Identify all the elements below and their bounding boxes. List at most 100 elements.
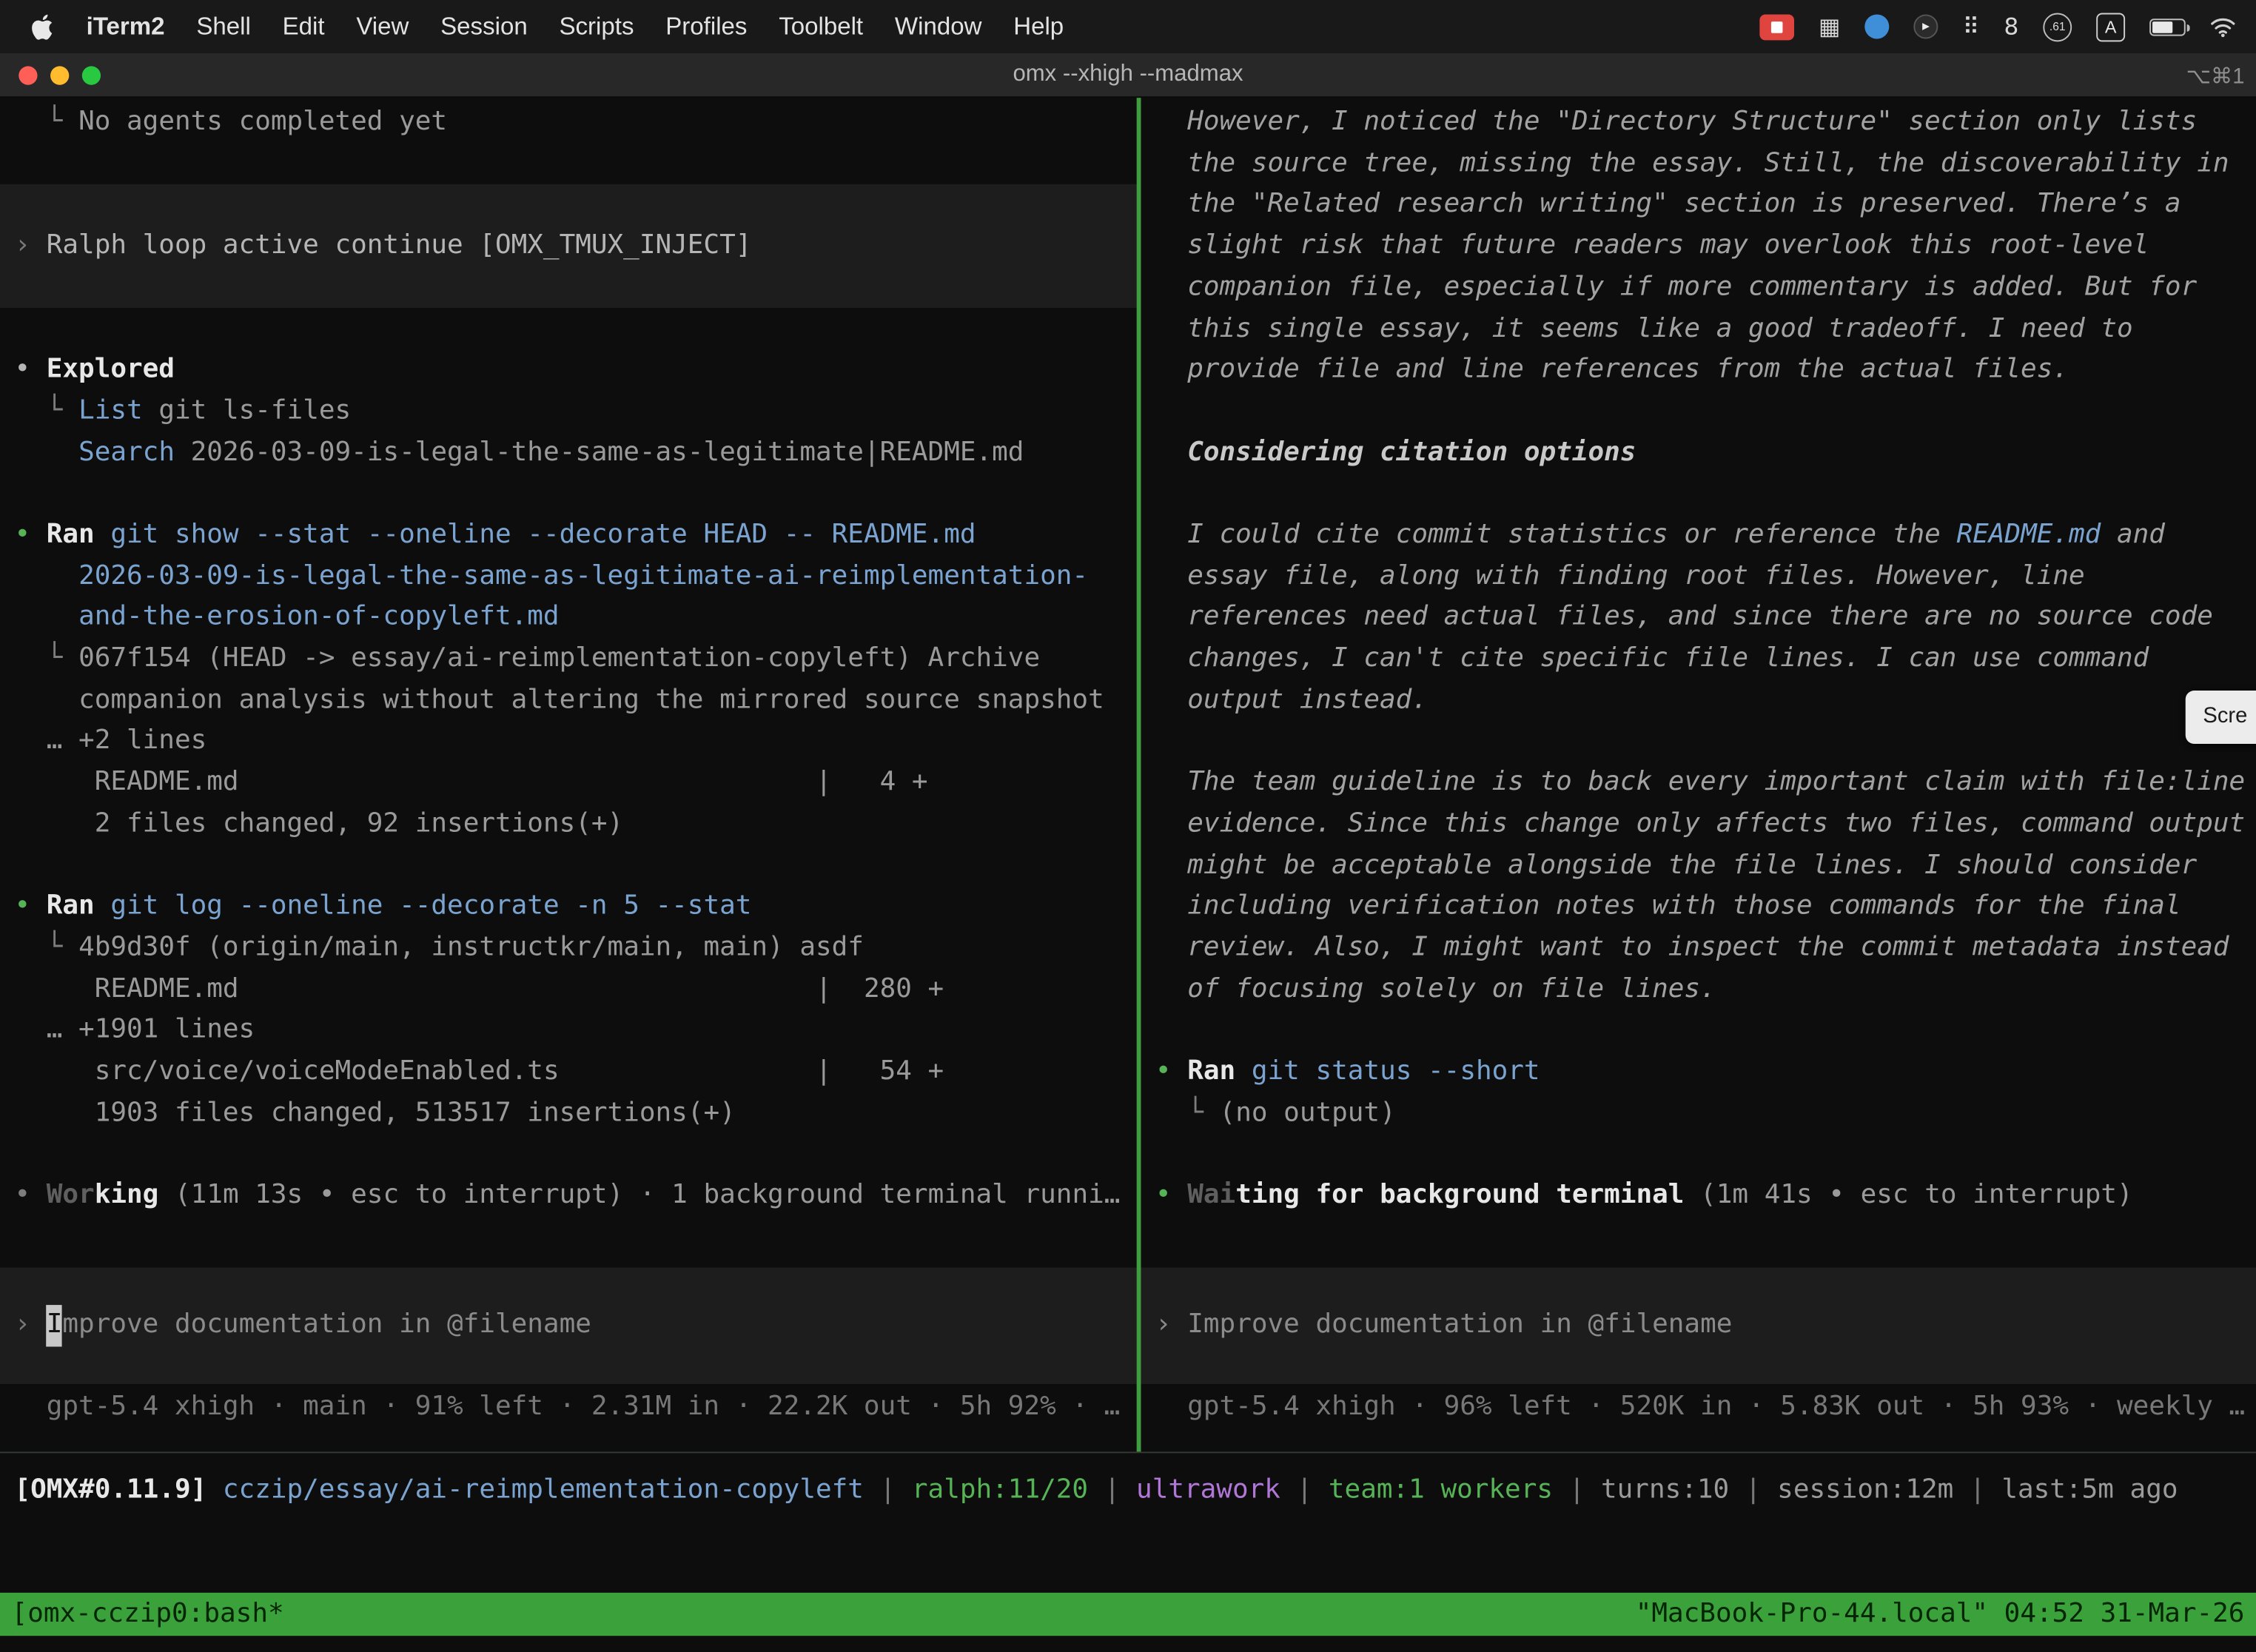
thinking-paragraph: However, I noticed the "Directory Struct…: [1187, 102, 2248, 392]
agents-note-text: No agents completed yet: [78, 107, 447, 137]
working-shimmer-text: Wor: [47, 1180, 95, 1210]
separator: |: [1280, 1474, 1329, 1505]
wifi-icon[interactable]: [2210, 16, 2236, 36]
menu-window[interactable]: Window: [879, 13, 998, 41]
diffstat-line: src/voice/voiceModeEnabled.ts | 54 +: [14, 1052, 1136, 1093]
indent: [14, 808, 94, 839]
readme-link[interactable]: README.md: [1956, 520, 2101, 550]
task-bullet-icon: •: [1155, 1056, 1187, 1087]
app-icon-blue[interactable]: [1864, 14, 1889, 38]
ran-git-show-line: • Ran git show --stat --oneline --decora…: [14, 515, 1136, 557]
apple-icon: [32, 13, 53, 39]
apple-menu[interactable]: [32, 13, 70, 39]
menu-session[interactable]: Session: [425, 13, 543, 41]
menu-view[interactable]: View: [340, 13, 425, 41]
command-output-line: └ (no output): [1155, 1093, 2256, 1135]
explored-search-line: Search 2026-03-09-is-legal-the-same-as-l…: [14, 432, 1136, 474]
indent: [14, 1098, 94, 1128]
model-status-line-right: gpt-5.4 xhigh · 96% left · 520K in · 5.8…: [1155, 1387, 2245, 1428]
window-grid-icon[interactable]: ▦: [1819, 15, 1840, 38]
menu-iterm2[interactable]: iTerm2: [70, 13, 181, 41]
prompt-chevron-icon: ›: [1155, 1305, 1187, 1346]
commit-output-line: companion analysis without altering the …: [14, 680, 1136, 722]
prompt-input-left[interactable]: › Improve documentation in @filename: [0, 1268, 1137, 1384]
search-verb: Search: [78, 437, 175, 467]
ran-label: Ran: [1187, 1056, 1235, 1087]
command-text: git show --stat --oneline --decorate HEA…: [95, 520, 976, 550]
app-icon-8[interactable]: 8: [2004, 15, 2018, 38]
waiting-label: ting for background terminal: [1235, 1180, 1684, 1210]
zoom-window-button[interactable]: [82, 66, 101, 84]
window-title-bar: omx --xhigh --madmax ⌥⌘1: [0, 53, 2256, 98]
indent: [14, 685, 78, 715]
tree-branch-glyph: └: [14, 107, 78, 137]
commit-output-text: 067f154 (HEAD -> essay/ai-reimplementati…: [78, 643, 1040, 674]
working-label: king: [95, 1180, 159, 1210]
waiting-status-line: • Waiting for background terminal (1m 41…: [1155, 1176, 2256, 1218]
omx-turns: turns:10: [1601, 1474, 1729, 1505]
menu-help[interactable]: Help: [998, 13, 1080, 41]
tree-branch-glyph: └: [14, 933, 78, 963]
task-bullet-icon: •: [14, 1180, 46, 1210]
indent: [14, 1056, 94, 1087]
battery-icon[interactable]: [2149, 18, 2186, 35]
commit-output-text: 4b9d30f (origin/main, instructkr/main, m…: [78, 933, 864, 963]
input-text: Improve documentation in @filename: [1187, 1305, 1732, 1346]
task-bullet-icon: •: [14, 891, 46, 921]
commit-output-text: companion analysis without altering the …: [78, 685, 1104, 715]
indent: [14, 437, 78, 467]
diffstat-line: README.md | 280 +: [14, 970, 1136, 1011]
close-window-button[interactable]: [19, 66, 37, 84]
file-name-line: and-the-erosion-of-copyleft.md: [14, 597, 1136, 639]
pane-bottom-border: [0, 1451, 2256, 1453]
waiting-shimmer-text: Wai: [1187, 1180, 1235, 1210]
inject-text: Ralph loop active continue [OMX_TMUX_INJ…: [47, 226, 752, 267]
macos-menu-bar: iTerm2 Shell Edit View Session Scripts P…: [0, 0, 2256, 53]
list-verb: List: [78, 395, 143, 426]
screen-recording-icon[interactable]: [1759, 13, 1794, 39]
omx-branch: cczip/essay/ai-reimplementation-copyleft: [207, 1474, 864, 1505]
indent: [14, 973, 94, 1004]
omx-version: [OMX#0.11.9]: [14, 1474, 207, 1505]
battery-gauge-icon[interactable]: .61: [2043, 13, 2072, 41]
menu-profiles[interactable]: Profiles: [650, 13, 763, 41]
explored-title: Explored: [47, 355, 175, 385]
app-icon-dark[interactable]: ▸: [1914, 14, 1938, 38]
command-text: git status --short: [1235, 1056, 1540, 1087]
working-status-line: • Working (11m 13s • esc to interrupt) ·…: [14, 1176, 1136, 1218]
task-bullet-icon: •: [14, 520, 46, 550]
minimize-window-button[interactable]: [50, 66, 69, 84]
tmux-pane-left[interactable]: └ No agents completed yet › Ralph loop a…: [0, 98, 1137, 1451]
dots-grid-icon[interactable]: ⠿: [1963, 15, 1980, 38]
agents-note-line: └ No agents completed yet: [14, 102, 1136, 144]
indent: [14, 726, 46, 756]
text-cursor: I: [47, 1305, 63, 1346]
file-name-text: 2026-03-09-is-legal-the-same-as-legitima…: [78, 560, 1088, 591]
waiting-detail: (1m 41s • esc to interrupt): [1684, 1180, 2132, 1210]
thinking-text: I could cite commit statistics or refere…: [1187, 520, 1956, 550]
tmux-pane-right[interactable]: However, I noticed the "Directory Struct…: [1141, 98, 2256, 1451]
menu-toolbelt[interactable]: Toolbelt: [763, 13, 879, 41]
diffstat-line: README.md | 4 +: [14, 763, 1136, 805]
working-detail: (11m 13s • esc to interrupt) · 1 backgro…: [158, 1180, 1120, 1210]
ran-label: Ran: [47, 891, 95, 921]
input-source-icon[interactable]: A: [2096, 13, 2125, 41]
indent: [14, 767, 94, 797]
diffstat-text: src/voice/voiceModeEnabled.ts | 54 +: [95, 1056, 944, 1087]
separator: |: [1953, 1474, 2001, 1505]
menu-shell[interactable]: Shell: [181, 13, 266, 41]
tmux-status-bar: [omx-cczip0:bash* "MacBook-Pro-44.local"…: [0, 1593, 2256, 1636]
menu-scripts[interactable]: Scripts: [543, 13, 650, 41]
prompt-input-right[interactable]: › Improve documentation in @filename: [1141, 1268, 2256, 1384]
thinking-paragraph: I could cite commit statistics or refere…: [1187, 515, 2248, 722]
tree-branch-glyph: └: [14, 643, 78, 674]
more-lines-text: … +1901 lines: [47, 1015, 255, 1045]
thinking-heading: Considering citation options: [1187, 432, 2256, 474]
indent: [14, 560, 78, 591]
ran-git-status-line: • Ran git status --short: [1155, 1052, 2256, 1093]
omx-mode: ultrawork: [1136, 1474, 1280, 1505]
menu-edit[interactable]: Edit: [266, 13, 340, 41]
input-text: mprove documentation in @filename: [62, 1305, 591, 1346]
terminal: └ No agents completed yet › Ralph loop a…: [0, 98, 2256, 1652]
screen-overlay-button[interactable]: Scre: [2186, 691, 2256, 743]
